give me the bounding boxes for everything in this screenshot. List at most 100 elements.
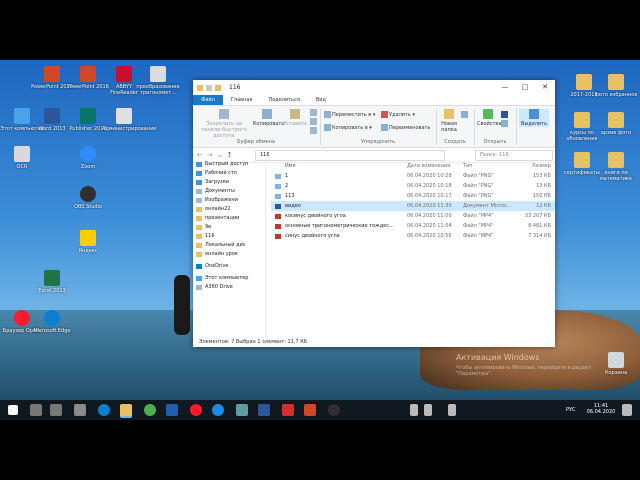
- cut-button[interactable]: [310, 109, 318, 116]
- table-row[interactable]: косинус двойного угла 06.04.2020 11:00 Ф…: [271, 211, 555, 221]
- move-to-button[interactable]: Переместить в ▾: [324, 111, 375, 118]
- windows-start-icon[interactable]: [8, 405, 18, 415]
- back-arrow-icon[interactable]: ←: [197, 151, 203, 159]
- column-date[interactable]: Дата изменения: [407, 163, 463, 169]
- table-row[interactable]: 1 06.04.2020 10:28 Файл "PNG" 153 КБ: [271, 171, 555, 181]
- rename-button[interactable]: Переименовать: [381, 124, 430, 131]
- nav-item[interactable]: онлайн22: [193, 205, 265, 214]
- network-icon[interactable]: [424, 404, 432, 416]
- zoom-icon[interactable]: [212, 404, 224, 416]
- properties-icon[interactable]: [206, 84, 212, 91]
- desktop-icon[interactable]: OCR: [0, 146, 44, 170]
- folder-icon: [574, 152, 590, 168]
- table-row[interactable]: видео 06.04.2020 11:30 Документ Micros..…: [271, 201, 555, 211]
- language-indicator[interactable]: РУС: [566, 407, 576, 413]
- powerpoint-icon[interactable]: [304, 404, 316, 416]
- close-button[interactable]: ✕: [535, 80, 555, 95]
- folder-icon: [608, 74, 624, 90]
- paste-shortcut-button[interactable]: [310, 127, 318, 134]
- nav-item[interactable]: A360 Drive: [193, 283, 265, 292]
- minimize-button[interactable]: —: [495, 80, 515, 95]
- nav-item[interactable]: презентации: [193, 214, 265, 223]
- file-list[interactable]: Имя Дата изменения Тип Размер 1 06.04.20…: [271, 160, 555, 337]
- nav-item[interactable]: Локальный дис: [193, 241, 265, 250]
- tray-up-icon[interactable]: [410, 404, 418, 416]
- navigation-pane[interactable]: Быстрый доступ Рабочий сто Загрузки Доку…: [193, 160, 266, 337]
- maximize-button[interactable]: □: [515, 80, 535, 95]
- nav-item[interactable]: 9в: [193, 223, 265, 232]
- nav-item[interactable]: онлайн урок: [193, 250, 265, 259]
- forward-arrow-icon[interactable]: →: [207, 151, 213, 159]
- chrome-icon[interactable]: [144, 404, 156, 416]
- folder-icon: [196, 225, 202, 230]
- tab-file[interactable]: Файл: [193, 95, 223, 105]
- select-button[interactable]: Выделить: [519, 109, 549, 127]
- notifications-icon[interactable]: [622, 404, 632, 416]
- nav-item[interactable]: 116: [193, 232, 265, 241]
- paste-button[interactable]: Вставить: [283, 109, 307, 127]
- desktop-icon[interactable]: Яндекс: [66, 230, 110, 254]
- explorer-body: Быстрый доступ Рабочий сто Загрузки Доку…: [193, 160, 555, 337]
- explorer-window[interactable]: 116 — □ ✕ Файл Главная Поделиться Вид За…: [193, 80, 555, 347]
- edit-button[interactable]: [501, 120, 509, 127]
- nav-item[interactable]: Загрузки: [193, 178, 265, 187]
- nav-item[interactable]: Этот компьютер: [193, 274, 265, 283]
- desktop-icon[interactable]: Excel 2013: [30, 270, 74, 294]
- up-arrow-icon[interactable]: ↑: [227, 151, 233, 159]
- image-file-icon: [275, 174, 281, 179]
- desktop-icon[interactable]: книги по математике: [594, 152, 638, 182]
- desktop-icon[interactable]: преобразование тригономет...: [136, 66, 180, 96]
- table-row[interactable]: основные тригонометрические тождес... 06…: [271, 221, 555, 231]
- word-icon[interactable]: [258, 404, 270, 416]
- tab-view[interactable]: Вид: [308, 95, 334, 105]
- outlook-icon[interactable]: [166, 404, 178, 416]
- activation-title: Активация Windows: [456, 353, 540, 362]
- nav-item[interactable]: OneDrive: [193, 262, 265, 271]
- delete-button[interactable]: Удалить ▾: [381, 111, 415, 118]
- column-size[interactable]: Размер: [521, 163, 551, 169]
- clock[interactable]: 11:41 06.04.2020: [584, 403, 618, 415]
- column-name[interactable]: Имя: [271, 163, 407, 169]
- table-row[interactable]: 113 06.04.2020 10:17 Файл "PNG" 150 КБ: [271, 191, 555, 201]
- table-row[interactable]: 2 06.04.2020 10:18 Файл "PNG" 13 КБ: [271, 181, 555, 191]
- desktop-icon[interactable]: Администрирование: [102, 108, 156, 132]
- copy-to-button[interactable]: Копировать в ▾: [324, 124, 372, 131]
- pdf-icon[interactable]: [282, 404, 294, 416]
- nav-item[interactable]: Изображени: [193, 196, 265, 205]
- open-button[interactable]: [501, 111, 509, 118]
- store-icon[interactable]: [74, 404, 86, 416]
- tab-home[interactable]: Главная: [223, 95, 261, 105]
- task-view-icon[interactable]: [50, 404, 62, 416]
- new-folder-button[interactable]: Новая папка: [439, 109, 459, 133]
- nav-item[interactable]: Рабочий сто: [193, 169, 265, 178]
- nav-item[interactable]: Документы: [193, 187, 265, 196]
- desktop-icon[interactable]: Microsoft Edge: [30, 310, 74, 334]
- desktop-icon[interactable]: OBS Studio: [66, 186, 110, 210]
- explorer-icon[interactable]: [120, 404, 132, 418]
- tab-share[interactable]: Поделиться: [260, 95, 307, 105]
- column-type[interactable]: Тип: [463, 163, 521, 169]
- nav-item[interactable]: Быстрый доступ: [193, 160, 265, 169]
- desktop-icon[interactable]: архив фото: [594, 112, 638, 136]
- maps-icon[interactable]: [236, 404, 248, 416]
- chevron-down-icon[interactable]: ⌄: [217, 151, 223, 159]
- edge-icon[interactable]: [98, 404, 110, 416]
- table-row[interactable]: синус двойного угла 06.04.2020 10:56 Фай…: [271, 231, 555, 241]
- copy-icon: [262, 109, 272, 119]
- desktop-icon[interactable]: Zoom: [66, 146, 110, 170]
- edge-icon: [44, 310, 60, 326]
- pin-button[interactable]: Закрепить на панели быстрого доступа: [196, 109, 252, 139]
- new-item-button[interactable]: [461, 111, 469, 118]
- search-icon[interactable]: [30, 404, 42, 416]
- new-folder-icon[interactable]: [215, 84, 221, 91]
- obs-icon[interactable]: [328, 404, 340, 416]
- copy-path-button[interactable]: [310, 118, 318, 125]
- copy-button[interactable]: Копировать: [253, 109, 284, 127]
- properties-button[interactable]: Свойства: [477, 109, 501, 127]
- path-icon: [310, 118, 317, 125]
- volume-icon[interactable]: [448, 404, 456, 416]
- title-bar[interactable]: 116 — □ ✕: [193, 80, 555, 95]
- desktop-icon[interactable]: фото избранное: [594, 74, 638, 98]
- opera-icon[interactable]: [190, 404, 202, 416]
- documents-icon: [196, 189, 202, 194]
